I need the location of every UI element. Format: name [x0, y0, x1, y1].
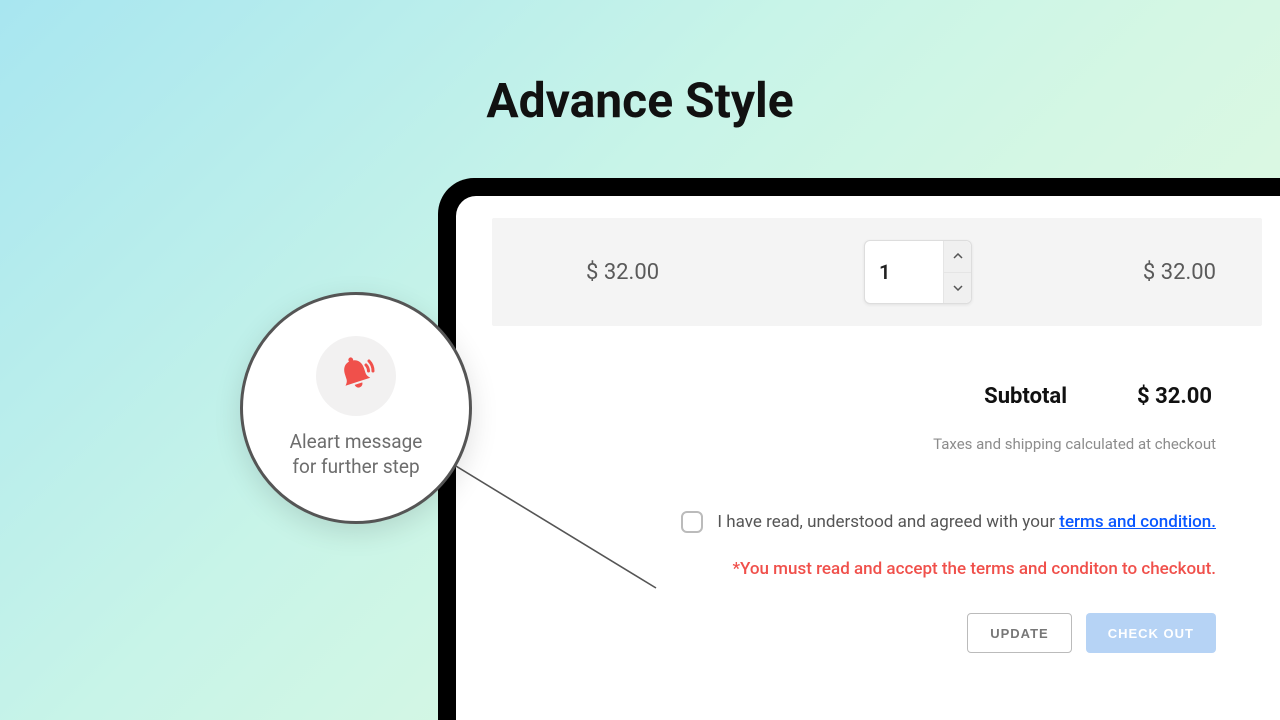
tax-note: Taxes and shipping calculated at checkou… — [492, 435, 1262, 453]
quantity-value: 1 — [865, 241, 943, 303]
subtotal-row: Subtotal $ 32.00 — [492, 384, 1262, 409]
terms-checkbox[interactable] — [681, 511, 703, 533]
terms-text: I have read, understood and agreed with … — [717, 512, 1216, 532]
callout-line2: for further step — [292, 455, 419, 478]
subtotal-label: Subtotal — [984, 384, 1067, 409]
terms-warning: *You must read and accept the terms and … — [492, 559, 1262, 579]
terms-text-prefix: I have read, understood and agreed with … — [717, 512, 1059, 532]
chevron-down-icon — [953, 285, 963, 291]
device-frame: $ 32.00 1 $ 32.00 Subtotal — [438, 178, 1280, 720]
subtotal-value: $ 32.00 — [1137, 384, 1212, 409]
chevron-up-icon — [953, 253, 963, 259]
quantity-down-button[interactable] — [943, 273, 971, 304]
unit-price: $ 32.00 — [528, 260, 808, 285]
terms-row: I have read, understood and agreed with … — [492, 511, 1262, 533]
bell-icon-wrap — [316, 336, 396, 416]
cart-row: $ 32.00 1 $ 32.00 — [492, 218, 1262, 326]
line-total: $ 32.00 — [1028, 260, 1226, 285]
terms-link[interactable]: terms and condition. — [1059, 512, 1216, 532]
quantity-stepper[interactable]: 1 — [864, 240, 972, 304]
screen: $ 32.00 1 $ 32.00 Subtotal — [456, 196, 1280, 720]
quantity-up-button[interactable] — [943, 241, 971, 273]
callout-bubble: Aleart message for further step — [240, 292, 472, 524]
page-title: Advance Style — [0, 72, 1280, 129]
action-buttons: UPDATE CHECK OUT — [492, 613, 1262, 653]
bell-icon — [332, 352, 380, 400]
callout-line1: Aleart message — [290, 430, 423, 453]
checkout-button[interactable]: CHECK OUT — [1086, 613, 1216, 653]
update-button[interactable]: UPDATE — [967, 613, 1071, 653]
callout-text: Aleart message for further step — [290, 430, 423, 479]
